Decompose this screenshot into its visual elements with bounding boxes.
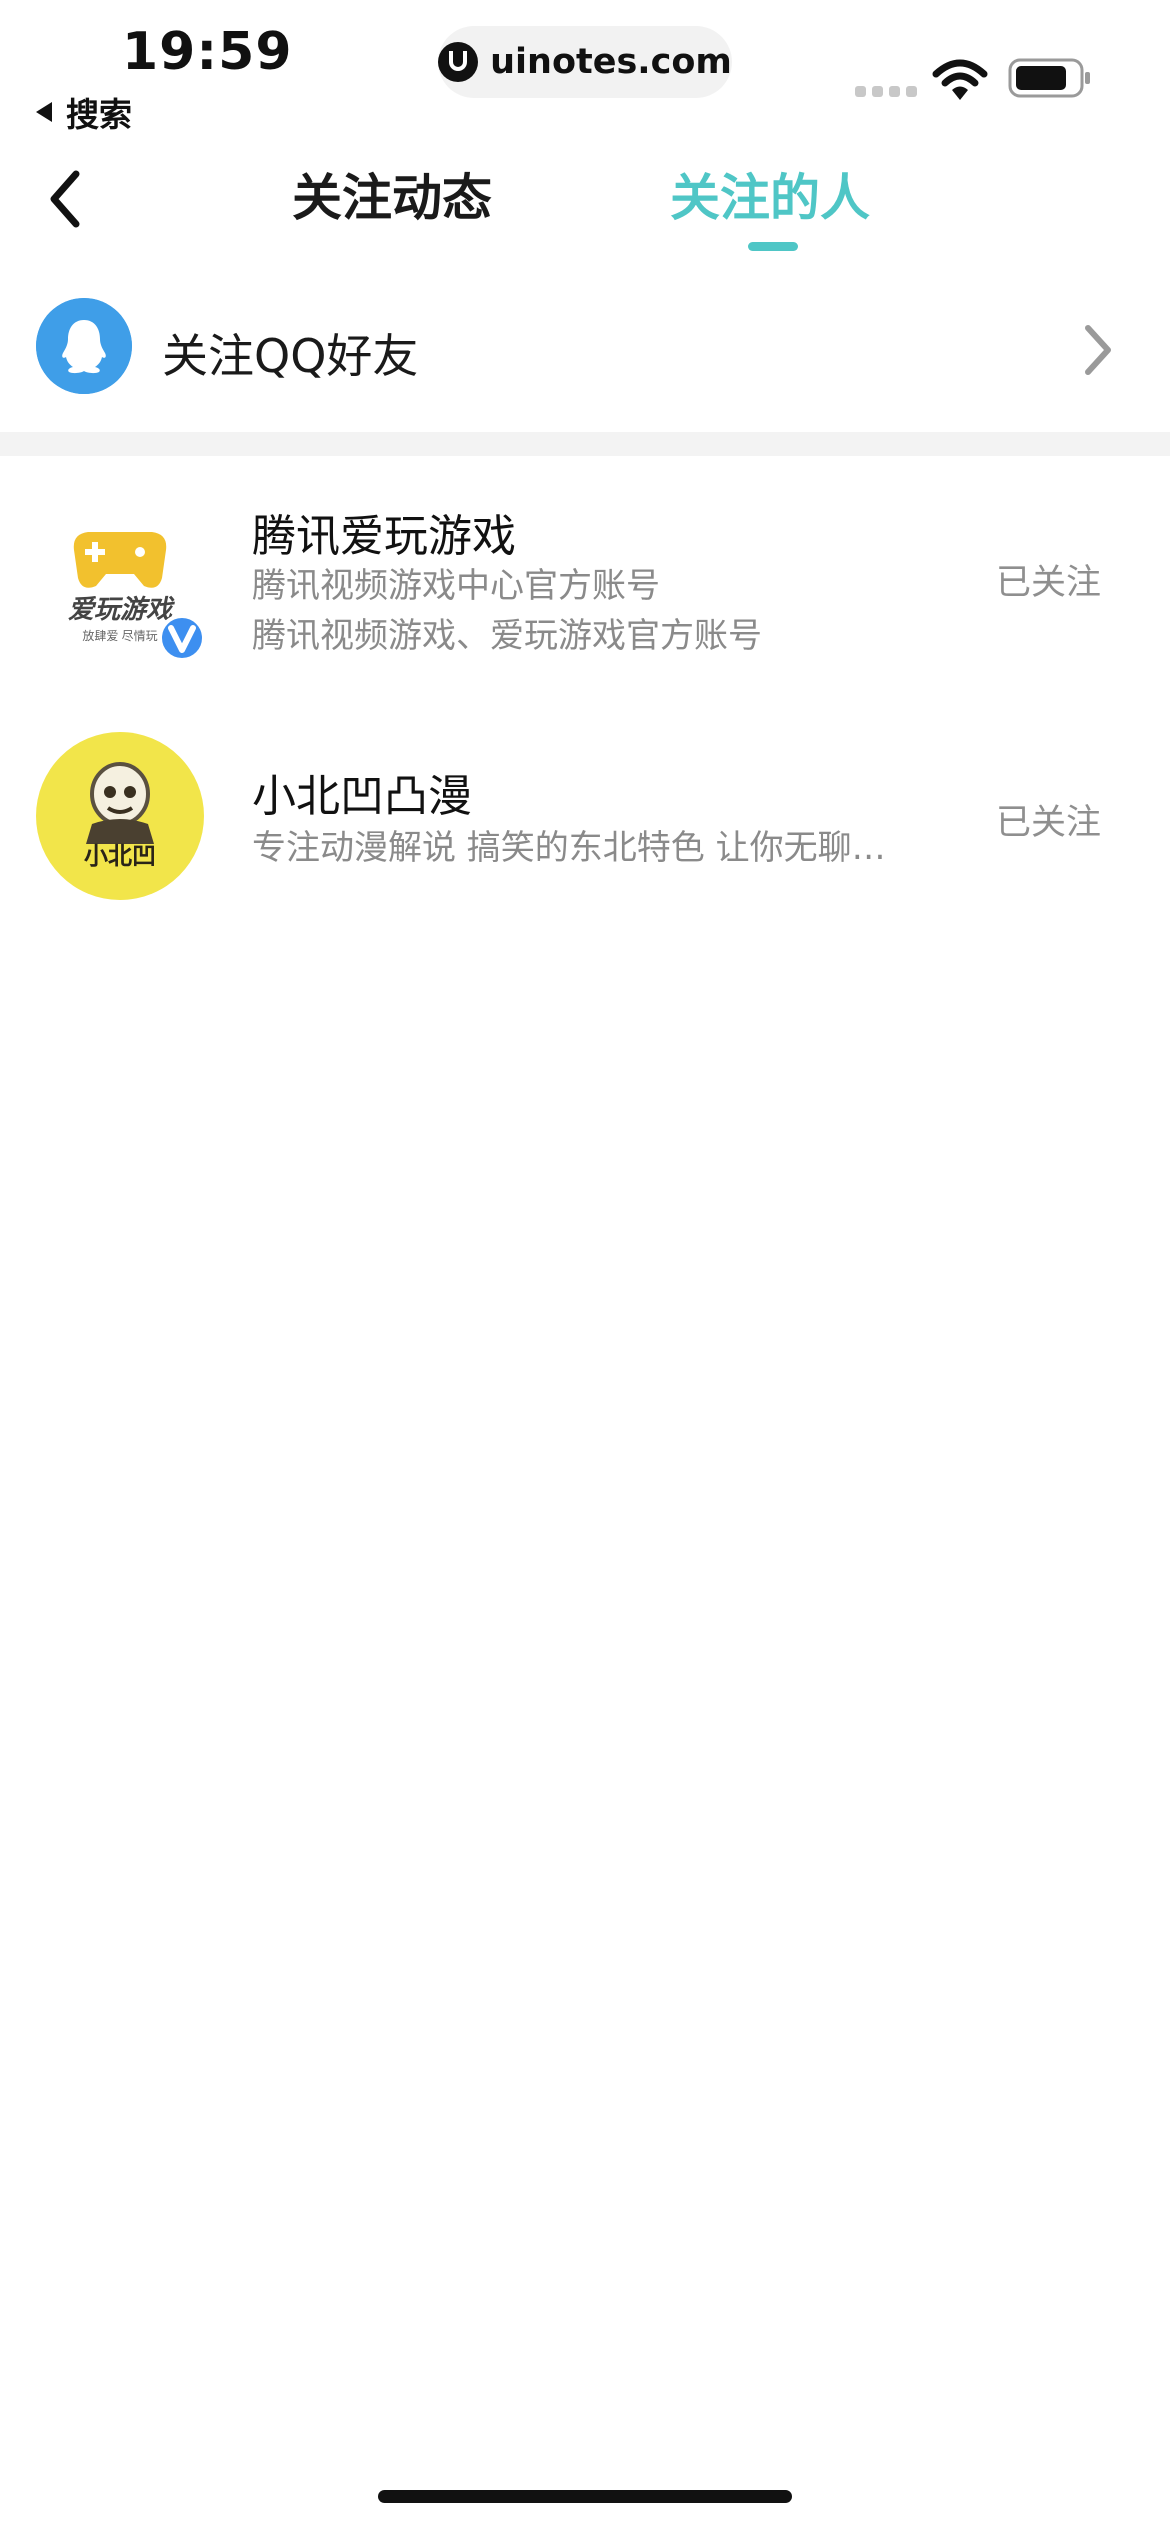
follow-status-button[interactable]: 已关注	[996, 554, 1101, 605]
verified-badge-icon	[158, 614, 206, 662]
person-name: 腾讯爱玩游戏	[252, 511, 516, 562]
list-item[interactable]: 爱玩游戏 放肆爱 尽情玩 腾讯爱玩游戏 腾讯视频游戏中心官方账号 腾讯视频游戏、…	[0, 480, 1170, 680]
tab-following-feed[interactable]: 关注动态	[292, 158, 492, 230]
status-time: 19:59	[122, 22, 293, 82]
person-name: 小北凹凸漫	[252, 771, 472, 822]
person-desc-line: 腾讯视频游戏中心官方账号	[252, 566, 660, 606]
qq-friends-label: 关注QQ好友	[162, 329, 419, 383]
battery-icon	[1008, 58, 1090, 98]
avatar: 爱玩游戏 放肆爱 尽情玩	[36, 500, 206, 668]
url-pill[interactable]: uinotes.com	[438, 26, 732, 98]
person-desc-line: 腾讯视频游戏、爱玩游戏官方账号	[252, 616, 762, 656]
tab-following-people[interactable]: 关注的人	[670, 158, 870, 230]
avatar-brand-subtext: 放肆爱 尽情玩	[82, 628, 157, 643]
back-arrow-icon[interactable]	[42, 164, 92, 234]
url-text: uinotes.com	[490, 42, 732, 82]
list-item[interactable]: 小北凹 小北凹凸漫 专注动漫解说 搞笑的东北特色 让你无聊… 已关注	[0, 720, 1170, 920]
back-triangle-icon	[36, 102, 52, 122]
wifi-icon	[932, 59, 988, 100]
site-logo-icon	[438, 42, 479, 82]
back-to-app-link[interactable]: 搜索	[36, 88, 132, 136]
cellular-signal-icon	[855, 86, 917, 97]
qq-penguin-icon	[36, 298, 132, 394]
home-indicator[interactable]	[378, 2490, 792, 2503]
section-divider	[0, 432, 1170, 456]
avatar: 小北凹	[36, 732, 204, 900]
back-app-label: 搜索	[66, 95, 132, 134]
avatar-brand-text: 爱玩游戏	[68, 594, 175, 624]
chevron-right-icon	[1085, 325, 1111, 375]
avatar-brand-text: 小北凹	[84, 842, 156, 870]
status-bar: 19:59 搜索 uinotes.com	[0, 0, 1170, 140]
active-tab-indicator	[748, 242, 798, 251]
follow-qq-friends-row[interactable]: 关注QQ好友	[0, 292, 1170, 404]
person-desc-line: 专注动漫解说 搞笑的东北特色 让你无聊…	[252, 828, 886, 868]
follow-status-button[interactable]: 已关注	[996, 794, 1101, 845]
